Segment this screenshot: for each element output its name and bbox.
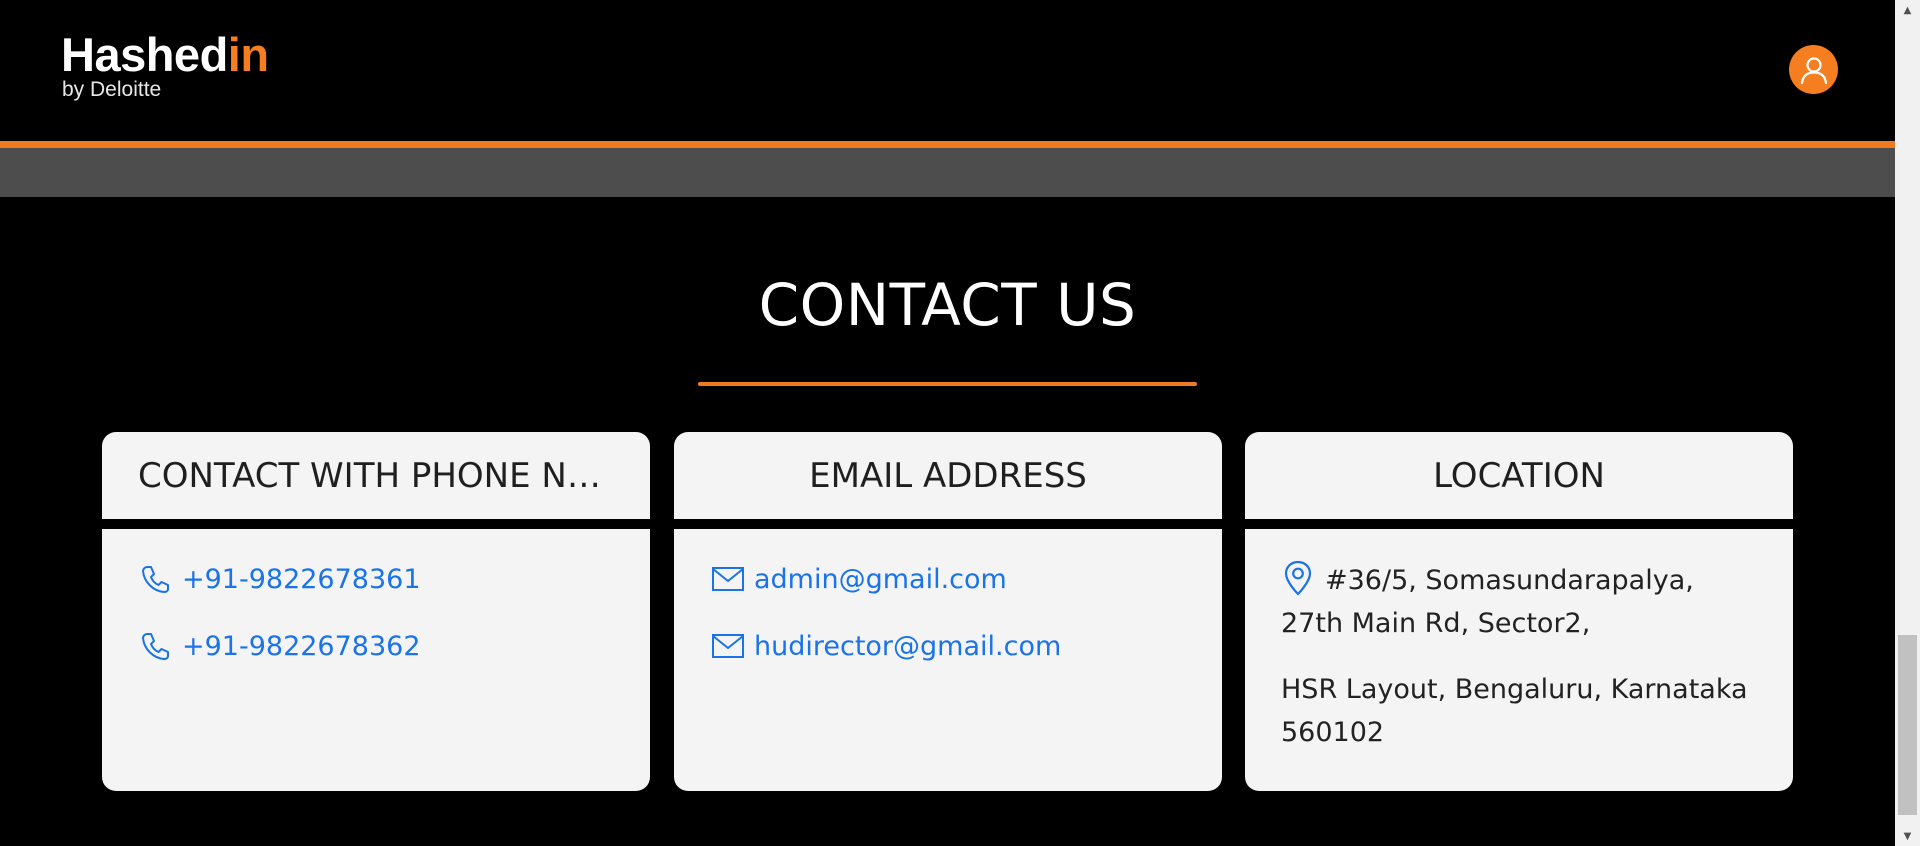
email-card: EMAIL ADDRESS admin@gmail.com hudirector… — [674, 432, 1222, 791]
email-row: hudirector@gmail.com — [710, 628, 1186, 664]
user-icon — [1800, 56, 1827, 84]
logo-subtitle: by Deloitte — [62, 78, 162, 101]
gray-banner-strip — [0, 148, 1895, 197]
email-card-heading: EMAIL ADDRESS — [809, 455, 1087, 496]
scroll-down-arrow-icon[interactable]: ▼ — [1895, 826, 1920, 846]
card-divider — [1245, 519, 1793, 529]
top-navbar: Hashedin by Deloitte — [0, 0, 1895, 141]
phone-card: CONTACT WITH PHONE NU... +91-9822678361 … — [102, 432, 650, 791]
phone-card-heading: CONTACT WITH PHONE NU... — [138, 455, 614, 496]
card-divider — [102, 519, 650, 529]
address-line-2: HSR Layout, Bengaluru, Karnataka 560102 — [1281, 674, 1748, 748]
header-accent-rule — [0, 141, 1895, 148]
user-avatar-button[interactable] — [1789, 45, 1838, 94]
logo-wordmark: Hashedin — [61, 28, 269, 81]
contact-us-title: CONTACT US — [758, 271, 1137, 339]
title-underline — [698, 382, 1197, 386]
phone-link[interactable]: +91-9822678362 — [182, 631, 421, 662]
email-link[interactable]: hudirector@gmail.com — [754, 631, 1061, 662]
location-card-heading: LOCATION — [1433, 455, 1605, 496]
phone-icon — [142, 566, 169, 593]
address-line-1-block: #36/5, Somasundarapalya, 27th Main Rd, S… — [1281, 559, 1757, 645]
address-line-1: #36/5, Somasundarapalya, 27th Main Rd, S… — [1281, 565, 1694, 639]
scrollbar-thumb[interactable] — [1898, 635, 1917, 815]
page: Hashedin by Deloitte CONTACT US CONTACT … — [0, 0, 1920, 846]
phone-row: +91-9822678361 — [138, 561, 614, 597]
hashedin-logo[interactable]: Hashedin by Deloitte — [61, 30, 269, 102]
scroll-up-arrow-icon[interactable]: ▲ — [1895, 0, 1920, 20]
phone-icon — [142, 633, 169, 660]
email-row: admin@gmail.com — [710, 561, 1186, 597]
mail-icon — [712, 634, 744, 658]
phone-row: +91-9822678362 — [138, 628, 614, 664]
phone-link[interactable]: +91-9822678361 — [182, 564, 421, 595]
email-link[interactable]: admin@gmail.com — [754, 564, 1007, 595]
mail-icon — [712, 567, 744, 591]
location-card: LOCATION #36/5, Somasundarapalya, 27th M… — [1245, 432, 1793, 791]
map-pin-icon — [1284, 560, 1312, 596]
card-divider — [674, 519, 1222, 529]
vertical-scrollbar[interactable]: ▲ ▼ — [1895, 0, 1920, 846]
